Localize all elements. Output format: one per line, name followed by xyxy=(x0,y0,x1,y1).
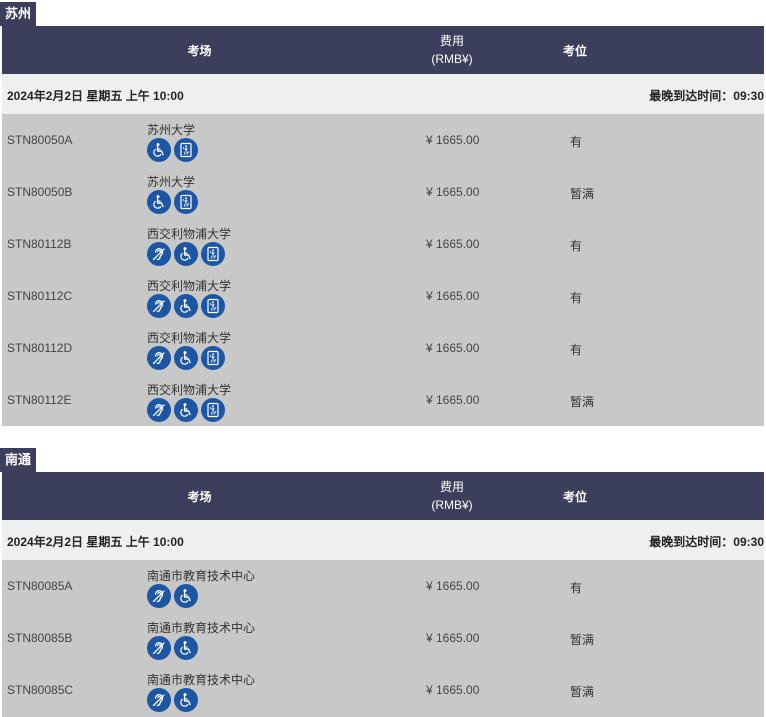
elevator-icon xyxy=(201,398,225,422)
arrival-time: 最晚到达时间：09:30 xyxy=(649,535,764,549)
fee-value: ¥ 1665.00 xyxy=(426,579,480,593)
fee-column-header: 费用 (RMB¥) xyxy=(402,472,502,520)
accessibility-icons xyxy=(147,190,201,214)
session-date: 2024年2月2日 星期五 上午 10:00 xyxy=(7,89,184,103)
arrival-time: 最晚到达时间：09:30 xyxy=(649,89,764,103)
wheelchair-icon xyxy=(174,688,198,712)
venue-name: 南通市教育技术中心 xyxy=(147,621,256,635)
seat-status: 暂满 xyxy=(570,633,595,647)
fee-value: ¥ 1665.00 xyxy=(426,341,480,355)
session-code: STN80112E xyxy=(7,393,72,407)
session-code: STN80050B xyxy=(7,185,73,199)
seat-column-header: 考位 xyxy=(562,489,587,504)
wheelchair-icon xyxy=(174,294,198,318)
venue-column-header: 考场 xyxy=(187,43,212,58)
wheelchair-icon xyxy=(174,636,198,660)
fee-header-line1: 费用 xyxy=(439,34,464,48)
elevator-icon xyxy=(201,294,225,318)
accessibility-icons xyxy=(147,398,228,422)
wheelchair-icon xyxy=(147,138,171,162)
fee-value: ¥ 1665.00 xyxy=(426,133,480,147)
venue-name: 西交利物浦大学 xyxy=(147,279,232,293)
fee-value: ¥ 1665.00 xyxy=(426,289,480,303)
accessibility-icons xyxy=(147,584,201,608)
seat-status: 有 xyxy=(570,343,583,357)
accessibility-icons xyxy=(147,636,201,660)
session-date-row: 2024年2月2日 星期五 上午 10:00 最晚到达时间：09:30 xyxy=(2,520,764,560)
seat-status: 暂满 xyxy=(570,685,595,699)
venue-name: 西交利物浦大学 xyxy=(147,227,232,241)
session-code: STN80112C xyxy=(7,289,73,303)
elevator-icon xyxy=(174,190,198,214)
venue-name: 南通市教育技术中心 xyxy=(147,569,256,583)
hearing-icon xyxy=(147,584,171,608)
venue-name: 苏州大学 xyxy=(147,175,196,189)
city-tag: 苏州 xyxy=(0,2,37,26)
session-row[interactable]: STN80085C 南通市教育技术中心 ¥ 1665.00 暂满 xyxy=(2,664,764,716)
wheelchair-icon xyxy=(174,584,198,608)
session-code: STN80050A xyxy=(7,133,73,147)
fee-value: ¥ 1665.00 xyxy=(426,393,480,407)
accessibility-icons xyxy=(147,688,201,712)
fee-value: ¥ 1665.00 xyxy=(426,631,480,645)
session-row[interactable]: STN80085A 南通市教育技术中心 ¥ 1665.00 有 xyxy=(2,560,764,612)
accessibility-icons xyxy=(147,346,228,370)
hearing-icon xyxy=(147,346,171,370)
session-row[interactable]: STN80112D 西交利物浦大学 ¥ 1665.00 有 xyxy=(2,322,764,374)
elevator-icon xyxy=(201,242,225,266)
fee-header-line2: (RMB¥) xyxy=(431,498,473,512)
accessibility-icons xyxy=(147,138,201,162)
fee-value: ¥ 1665.00 xyxy=(426,185,480,199)
session-row[interactable]: STN80050B 苏州大学 ¥ 1665.00 暂满 xyxy=(2,166,764,218)
wheelchair-icon xyxy=(174,346,198,370)
table-header: 考场 费用 (RMB¥) 考位 xyxy=(2,26,764,74)
venue-name: 南通市教育技术中心 xyxy=(147,673,256,687)
session-code: STN80085B xyxy=(7,631,73,645)
venue-column-header: 考场 xyxy=(187,489,212,504)
city-tag: 南通 xyxy=(0,448,37,472)
session-row[interactable]: STN80050A 苏州大学 ¥ 1665.00 有 xyxy=(2,114,764,166)
elevator-icon xyxy=(201,346,225,370)
session-code: STN80085A xyxy=(7,579,73,593)
seat-status: 有 xyxy=(570,239,583,253)
session-date-row: 2024年2月2日 星期五 上午 10:00 最晚到达时间：09:30 xyxy=(2,74,764,114)
hearing-icon xyxy=(147,398,171,422)
wheelchair-icon xyxy=(147,190,171,214)
session-list: STN80050A 苏州大学 ¥ 1665.00 有 STN80050B 苏州大学 ¥ 16… xyxy=(2,114,764,426)
session-row[interactable]: STN80085B 南通市教育技术中心 ¥ 1665.00 暂满 xyxy=(2,612,764,664)
session-list: STN80085A 南通市教育技术中心 ¥ 1665.00 有 STN80085B 南通市… xyxy=(2,560,764,717)
hearing-icon xyxy=(147,294,171,318)
seat-status: 有 xyxy=(570,135,583,149)
accessibility-icons xyxy=(147,294,228,318)
hearing-icon xyxy=(147,688,171,712)
wheelchair-icon xyxy=(174,398,198,422)
table-header: 考场 费用 (RMB¥) 考位 xyxy=(2,472,764,520)
venue-name: 苏州大学 xyxy=(147,123,196,137)
seat-status: 暂满 xyxy=(570,187,595,201)
fee-value: ¥ 1665.00 xyxy=(426,237,480,251)
hearing-icon xyxy=(147,242,171,266)
seat-status: 暂满 xyxy=(570,395,595,409)
hearing-icon xyxy=(147,636,171,660)
elevator-icon xyxy=(174,138,198,162)
wheelchair-icon xyxy=(174,242,198,266)
venue-name: 西交利物浦大学 xyxy=(147,331,232,345)
session-row[interactable]: STN80112E 西交利物浦大学 ¥ 1665.00 暂满 xyxy=(2,374,764,426)
venue-name: 西交利物浦大学 xyxy=(147,383,232,397)
seat-status: 有 xyxy=(570,581,583,595)
seat-status: 有 xyxy=(570,291,583,305)
session-code: STN80112B xyxy=(7,237,72,251)
fee-header-line1: 费用 xyxy=(439,480,464,494)
fee-value: ¥ 1665.00 xyxy=(426,683,480,697)
seat-column-header: 考位 xyxy=(562,43,587,58)
fee-column-header: 费用 (RMB¥) xyxy=(402,26,502,74)
session-code: STN80112D xyxy=(7,341,73,355)
session-row[interactable]: STN80112C 西交利物浦大学 ¥ 1665.00 有 xyxy=(2,270,764,322)
session-code: STN80085C xyxy=(7,683,74,697)
session-date: 2024年2月2日 星期五 上午 10:00 xyxy=(7,535,184,549)
session-row[interactable]: STN80112B 西交利物浦大学 ¥ 1665.00 有 xyxy=(2,218,764,270)
fee-header-line2: (RMB¥) xyxy=(431,52,473,66)
accessibility-icons xyxy=(147,242,228,266)
